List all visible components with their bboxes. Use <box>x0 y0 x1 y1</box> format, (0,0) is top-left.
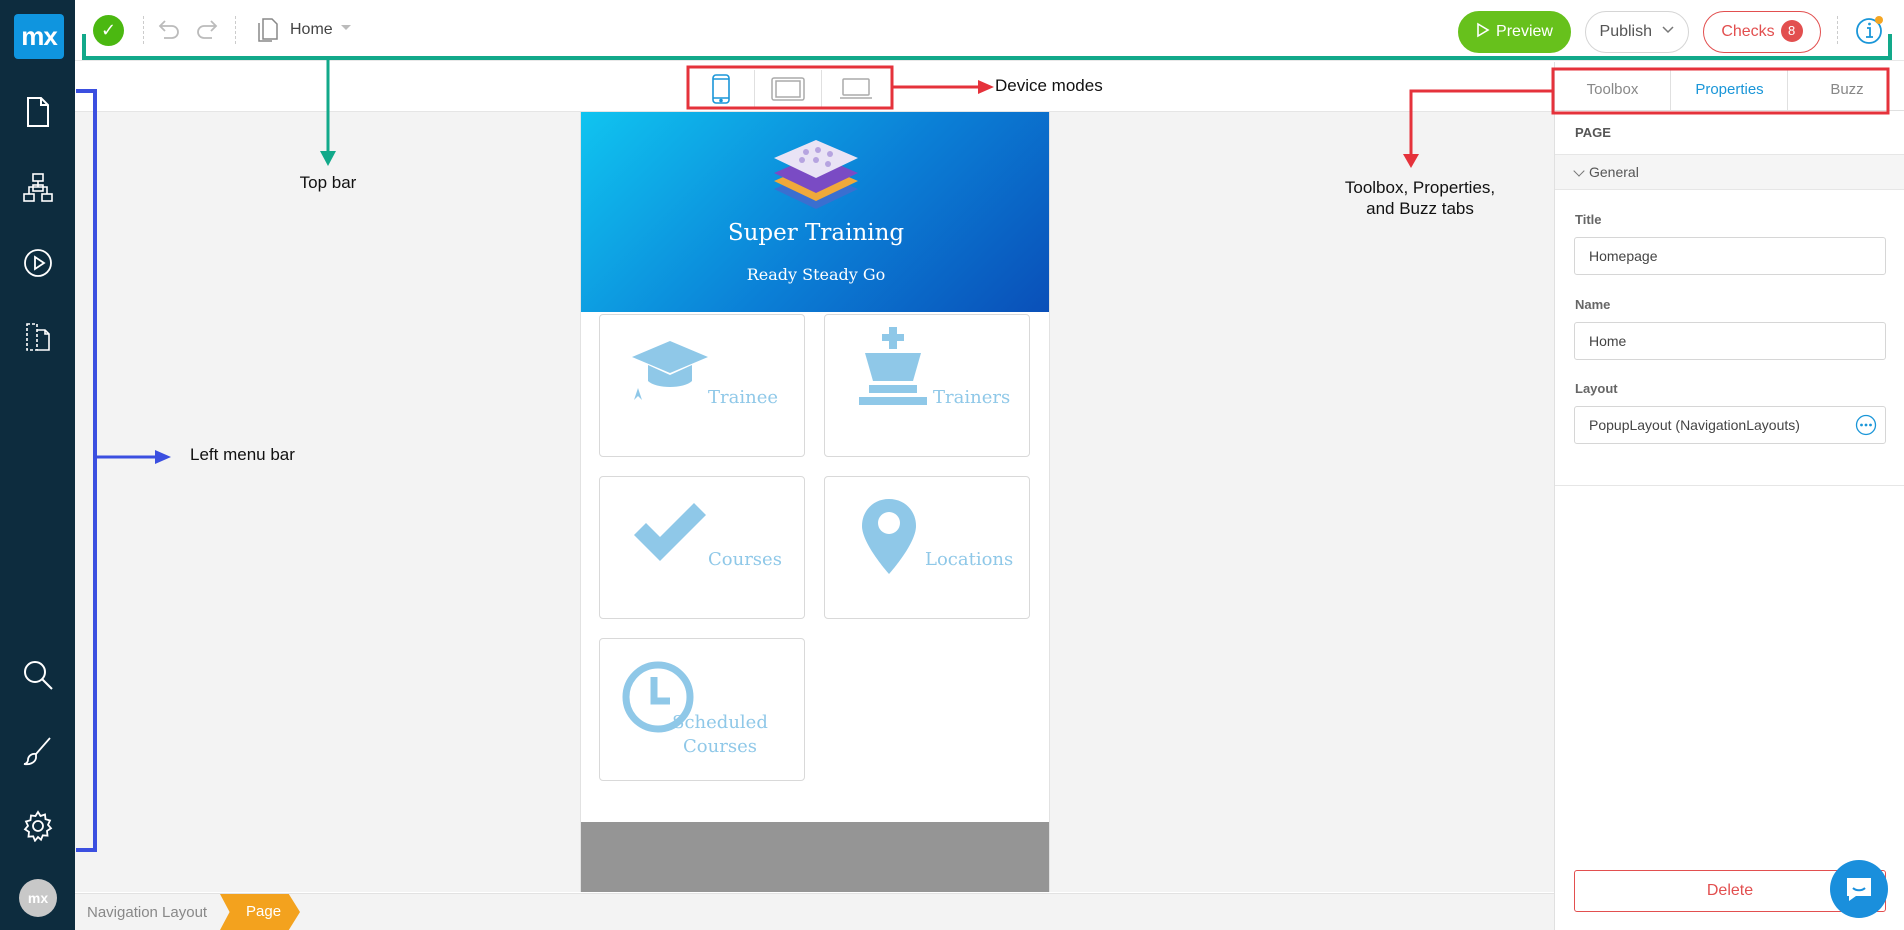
title-field[interactable]: Homepage <box>1574 237 1886 275</box>
page-selector[interactable]: Home <box>290 21 351 39</box>
tile-scheduled-courses-label: Scheduled Courses <box>672 712 768 757</box>
domain-model-icon[interactable] <box>20 170 56 206</box>
group-general-label: General <box>1589 164 1639 180</box>
tile-scheduled-courses[interactable]: Scheduled Courses <box>599 638 805 781</box>
toolbar-divider <box>143 16 144 44</box>
page-footer <box>581 822 1049 892</box>
checks-count-badge: 8 <box>1780 20 1803 42</box>
pages-icon[interactable] <box>20 94 56 130</box>
tile-courses[interactable]: Courses <box>599 476 805 619</box>
tile-trainers[interactable]: Trainers <box>824 314 1030 457</box>
chevron-down-icon <box>340 25 351 30</box>
tile-trainee[interactable]: Trainee <box>599 314 805 457</box>
search-icon[interactable] <box>20 657 56 693</box>
tile-courses-label: Courses <box>708 549 782 570</box>
chat-support-icon[interactable] <box>1830 860 1888 918</box>
annotation-device-modes: Device modes <box>995 76 1103 95</box>
breadcrumb-page[interactable]: Page <box>220 894 300 930</box>
group-general[interactable]: General <box>1555 154 1904 190</box>
info-icon[interactable] <box>1853 14 1885 46</box>
hero-title: Super Training <box>727 220 905 246</box>
tab-toolbox[interactable]: Toolbox <box>1555 69 1671 111</box>
page-preview: Super Training Ready Steady Go Trainee T… <box>580 112 1050 892</box>
tile-locations-label: Locations <box>925 549 1014 570</box>
app-window: mx mx ✓ Home Preview Publish Checks 8 Su… <box>0 0 1904 930</box>
annotation-left-menu: Left menu bar <box>190 445 295 464</box>
mendix-logo[interactable]: mx <box>14 14 64 59</box>
publish-label: Publish <box>1599 23 1653 40</box>
tab-properties[interactable]: Properties <box>1672 69 1788 111</box>
breadcrumb-navigation-layout[interactable]: Navigation Layout <box>87 904 207 921</box>
location-pin-icon <box>862 499 916 574</box>
publish-button[interactable]: Publish <box>1585 11 1689 53</box>
tile-locations[interactable]: Locations <box>824 476 1030 619</box>
checks-label: Checks <box>1721 23 1775 40</box>
right-panel: Toolbox Properties Buzz PAGE General Tit… <box>1554 62 1904 930</box>
annotation-tabs-line1: Toolbox, Properties, <box>1344 178 1496 197</box>
panel-tabs: Toolbox Properties Buzz <box>1555 69 1904 111</box>
redo-icon[interactable] <box>193 15 223 45</box>
tile-trainers-label: Trainers <box>933 387 1011 408</box>
stacked-layers-icon <box>774 140 858 209</box>
tab-buzz[interactable]: Buzz <box>1789 69 1904 111</box>
top-bar: ✓ Home Preview Publish Checks 8 <box>75 0 1904 61</box>
chevron-down-icon <box>1573 165 1585 177</box>
tablet-mode-icon[interactable] <box>755 70 822 108</box>
page-document-icon <box>253 15 283 45</box>
panel-divider <box>1555 485 1904 486</box>
name-field[interactable]: Home <box>1574 322 1886 360</box>
user-avatar[interactable]: mx <box>19 879 57 917</box>
more-options-icon[interactable] <box>1855 414 1877 436</box>
toolbar-divider <box>235 16 236 44</box>
hero-subtitle: Ready Steady Go <box>746 265 886 284</box>
checks-button[interactable]: Checks 8 <box>1703 11 1821 53</box>
theme-brush-icon[interactable] <box>20 733 56 769</box>
section-title: PAGE <box>1575 125 1611 140</box>
layout-label: Layout <box>1575 381 1618 396</box>
hero-header: Super Training Ready Steady Go <box>581 112 1049 312</box>
page-selector-label: Home <box>290 21 333 38</box>
annotation-tabs-line2: and Buzz tabs <box>1366 199 1474 218</box>
breadcrumb: Navigation Layout Page <box>75 893 1554 930</box>
title-label: Title <box>1575 212 1602 227</box>
name-label: Name <box>1575 297 1611 312</box>
toolbar-divider <box>1837 16 1838 44</box>
layout-field-value: PopupLayout (NavigationLayouts) <box>1589 417 1800 433</box>
preview-button[interactable]: Preview <box>1458 11 1571 53</box>
layout-field[interactable]: PopupLayout (NavigationLayouts) <box>1574 406 1886 444</box>
left-menu-bar: mx mx <box>0 0 75 930</box>
phone-mode-icon[interactable] <box>688 70 755 108</box>
preview-label: Preview <box>1496 23 1553 40</box>
desktop-mode-icon[interactable] <box>822 70 889 108</box>
app-explorer-icon[interactable] <box>20 319 56 355</box>
checkmark-icon <box>634 503 706 561</box>
undo-icon[interactable] <box>153 15 183 45</box>
settings-gear-icon[interactable] <box>20 808 56 844</box>
microflow-icon[interactable] <box>20 245 56 281</box>
status-check-icon[interactable]: ✓ <box>93 15 124 46</box>
graduation-cap-icon <box>632 341 708 400</box>
chess-king-icon <box>859 327 927 405</box>
chevron-down-icon <box>1662 26 1674 34</box>
tile-trainee-label: Trainee <box>708 387 778 408</box>
annotation-top-bar: Top bar <box>299 173 357 192</box>
play-icon <box>1477 22 1490 38</box>
